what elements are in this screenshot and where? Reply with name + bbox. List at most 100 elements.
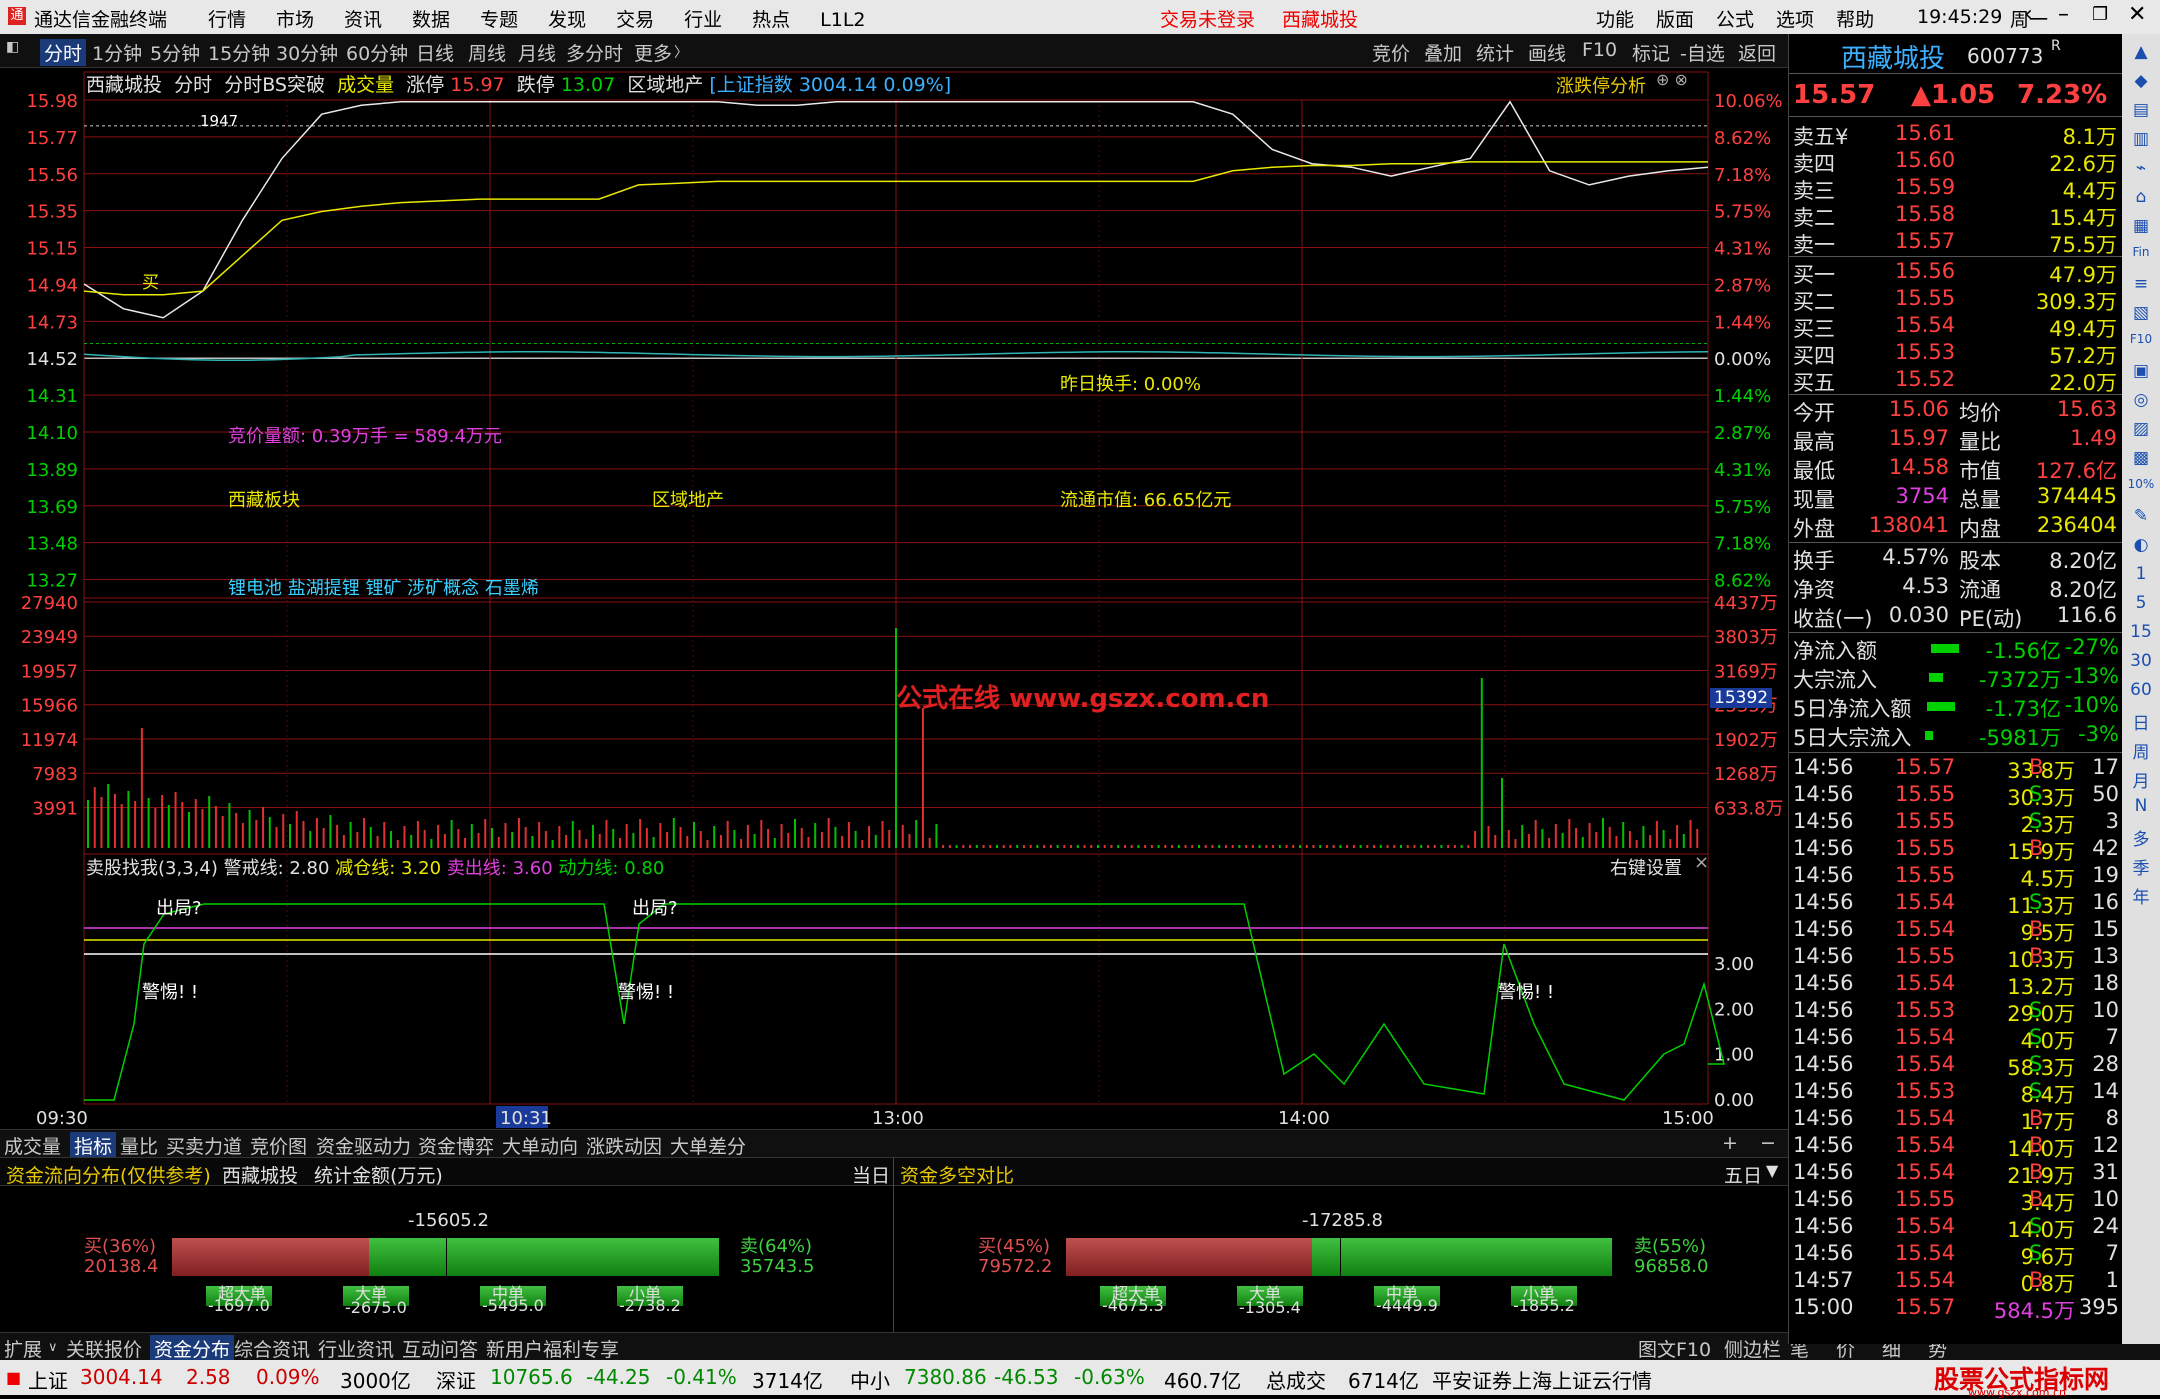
tab-new-user-benefits[interactable]: 新用户福利专享 [486,1335,619,1362]
tick-row[interactable]: 14:56 15.54 9.6万 S 7 [1789,1240,2123,1269]
tab-industry-news[interactable]: 行业资讯 [318,1335,394,1362]
ask-row[interactable]: 卖一 15.57 75.5万 [1789,228,2123,257]
toggle-icon[interactable]: ◧ [6,39,19,55]
flow-row[interactable]: 大宗流入 -7372万 -13% [1789,663,2123,692]
side-tool-icon[interactable]: ▣ [2126,361,2156,381]
stat-row[interactable]: 今开 15.06 均价 15.63 [1789,396,2123,425]
menu-topics[interactable]: 专题 [480,9,518,31]
side-tool-icon[interactable]: ✎ [2126,506,2156,526]
tab-period-1min[interactable]: 1分钟 [92,39,142,66]
tab-period-week[interactable]: 周线 [468,39,506,66]
side-tool-icon[interactable]: ◆ [2126,71,2156,91]
menu-formula[interactable]: 公式 [1716,9,1754,31]
tab-sidebar[interactable]: 侧边栏 [1724,1335,1781,1362]
tab-period-5min[interactable]: 5分钟 [150,39,200,66]
btn-f10[interactable]: F10 [1582,39,1617,61]
flow-right-period[interactable]: 五日 [1724,1161,1762,1188]
btn-mark[interactable]: 标记 [1632,39,1670,66]
flow-left-period[interactable]: 当日 [852,1161,890,1188]
side-tool-icon[interactable]: 季 [2126,854,2156,879]
tick-row[interactable]: 14:56 15.54 11.3万 S 16 [1789,889,2123,918]
ask-row[interactable]: 卖二 15.58 15.4万 [1789,201,2123,230]
tick-row[interactable]: 14:56 15.53 8.4万 S 14 [1789,1078,2123,1107]
stat2-row[interactable]: 换手 4.57% 股本 8.20亿 [1789,544,2123,573]
tick-row[interactable]: 14:56 15.54 21.9万 B 31 [1789,1159,2123,1188]
tab-period-minute-chart[interactable]: 分时 [40,39,87,66]
side-tool-icon[interactable]: ▩ [2126,448,2156,468]
ask-row[interactable]: 卖三 15.59 4.4万 [1789,174,2123,203]
tick-row[interactable]: 14:56 15.54 13.2万 18 [1789,970,2123,999]
indicator-name[interactable]: 卖股找我(3,3,4) [86,858,218,879]
tab-qa[interactable]: 互动问答 [402,1335,478,1362]
tab-f10-text[interactable]: 图文F10 [1638,1335,1711,1362]
side-tool-icon[interactable]: 多 [2126,825,2156,850]
tick-row[interactable]: 14:56 15.55 3.4万 B 10 [1789,1186,2123,1215]
sh-label[interactable]: 上证 [28,1365,68,1394]
menu-quotes[interactable]: 行情 [208,9,246,31]
side-tool-icon[interactable]: 1 [2126,564,2156,584]
stat2-row[interactable]: 净资 4.53 流通 8.20亿 [1789,573,2123,602]
side-tool-icon[interactable]: ⌁ [2126,158,2156,178]
menu-hot[interactable]: 热点 [752,9,790,31]
tab-volume[interactable]: 成交量 [4,1132,61,1159]
tick-row[interactable]: 14:56 15.55 4.5万 19 [1789,862,2123,891]
side-tool-icon[interactable]: ▦ [2126,216,2156,236]
tick-row[interactable]: 14:56 15.55 2.3万 S 3 [1789,808,2123,837]
tab-general-news[interactable]: 综合资讯 [234,1335,310,1362]
side-tool-icon[interactable]: Fin [2126,245,2156,259]
settings-icon[interactable]: ⊕ ⊗ [1656,70,1688,89]
side-tool-icon[interactable]: F10 [2126,332,2156,346]
bid-row[interactable]: 买二 15.55 309.3万 [1789,285,2123,314]
tab-period-30min[interactable]: 30分钟 [276,39,338,66]
expand-chevron-icon[interactable]: ∨ [48,1340,58,1355]
side-tool-icon[interactable]: ⌂ [2126,187,2156,207]
menu-data[interactable]: 数据 [412,9,450,31]
ask-row[interactable]: 卖四 15.60 22.6万 [1789,147,2123,176]
side-tool-icon[interactable]: 周 [2126,738,2156,763]
flow-row[interactable]: 5日净流入额 -1.73亿 -10% [1789,692,2123,721]
side-tool-icon[interactable]: N [2126,796,2156,816]
tab-big-order[interactable]: 大单动向 [502,1132,578,1159]
ask-row[interactable]: 卖五¥ 15.61 8.1万 [1789,120,2123,149]
tick-row[interactable]: 14:56 15.55 30.3万 S 50 [1789,781,2123,810]
side-tool-icon[interactable]: 30 [2126,651,2156,671]
side-tool-icon[interactable]: 10% [2126,477,2156,491]
btn-draw[interactable]: 画线 [1528,39,1566,66]
zoom-in-icon[interactable]: + [1722,1132,1738,1154]
tab-related-quotes[interactable]: 关联报价 [66,1335,142,1362]
sz-label[interactable]: 深证 [436,1365,476,1394]
tick-row[interactable]: 14:56 15.54 58.3万 S 28 [1789,1051,2123,1080]
side-tool-icon[interactable]: ≡ [2126,274,2156,294]
menu-options[interactable]: 选项 [1776,9,1814,31]
tab-capital-drive[interactable]: 资金驱动力 [316,1132,411,1159]
tick-row[interactable]: 14:56 15.54 14.0万 S 24 [1789,1213,2123,1242]
bid-row[interactable]: 买四 15.53 57.2万 [1789,339,2123,368]
login-status[interactable]: 交易未登录 [1160,5,1255,32]
zoom-out-icon[interactable]: − [1760,1132,1776,1154]
menu-market[interactable]: 市场 [276,9,314,31]
side-tool-icon[interactable]: 日 [2126,709,2156,734]
tab-period-15min[interactable]: 15分钟 [208,39,270,66]
close-icon[interactable]: ✕ [2128,2,2146,27]
btn-auction[interactable]: 竞价 [1372,39,1410,66]
tab-volume-ratio[interactable]: 量比 [120,1132,158,1159]
side-tool-icon[interactable]: ▲ [2126,42,2156,62]
tick-row[interactable]: 15:00 15.57 584.5万 395 [1789,1294,2123,1323]
side-tool-icon[interactable]: ▤ [2126,100,2156,120]
tab-auction-chart[interactable]: 竞价图 [250,1132,307,1159]
tick-row[interactable]: 14:56 15.54 4.0万 S 7 [1789,1024,2123,1053]
tick-row[interactable]: 14:56 15.54 14.0万 B 12 [1789,1132,2123,1161]
bid-row[interactable]: 买一 15.56 47.9万 [1789,258,2123,287]
menu-industry[interactable]: 行业 [684,9,722,31]
side-tool-icon[interactable]: ▧ [2126,303,2156,323]
side-tool-icon[interactable]: ▥ [2126,129,2156,149]
tick-row[interactable]: 14:56 15.54 1.7万 B 8 [1789,1105,2123,1134]
menu-discover[interactable]: 发现 [548,9,586,31]
stat-row[interactable]: 现量 3754 总量 374445 [1789,483,2123,512]
tab-period-day[interactable]: 日线 [416,39,454,66]
tab-period-60min[interactable]: 60分钟 [346,39,408,66]
flow-row[interactable]: 5日大宗流入 -5981万 -3% [1789,721,2123,750]
side-tool-icon[interactable]: ▨ [2126,419,2156,439]
side-tool-icon[interactable]: 15 [2126,622,2156,642]
menu-trade[interactable]: 交易 [616,9,654,31]
